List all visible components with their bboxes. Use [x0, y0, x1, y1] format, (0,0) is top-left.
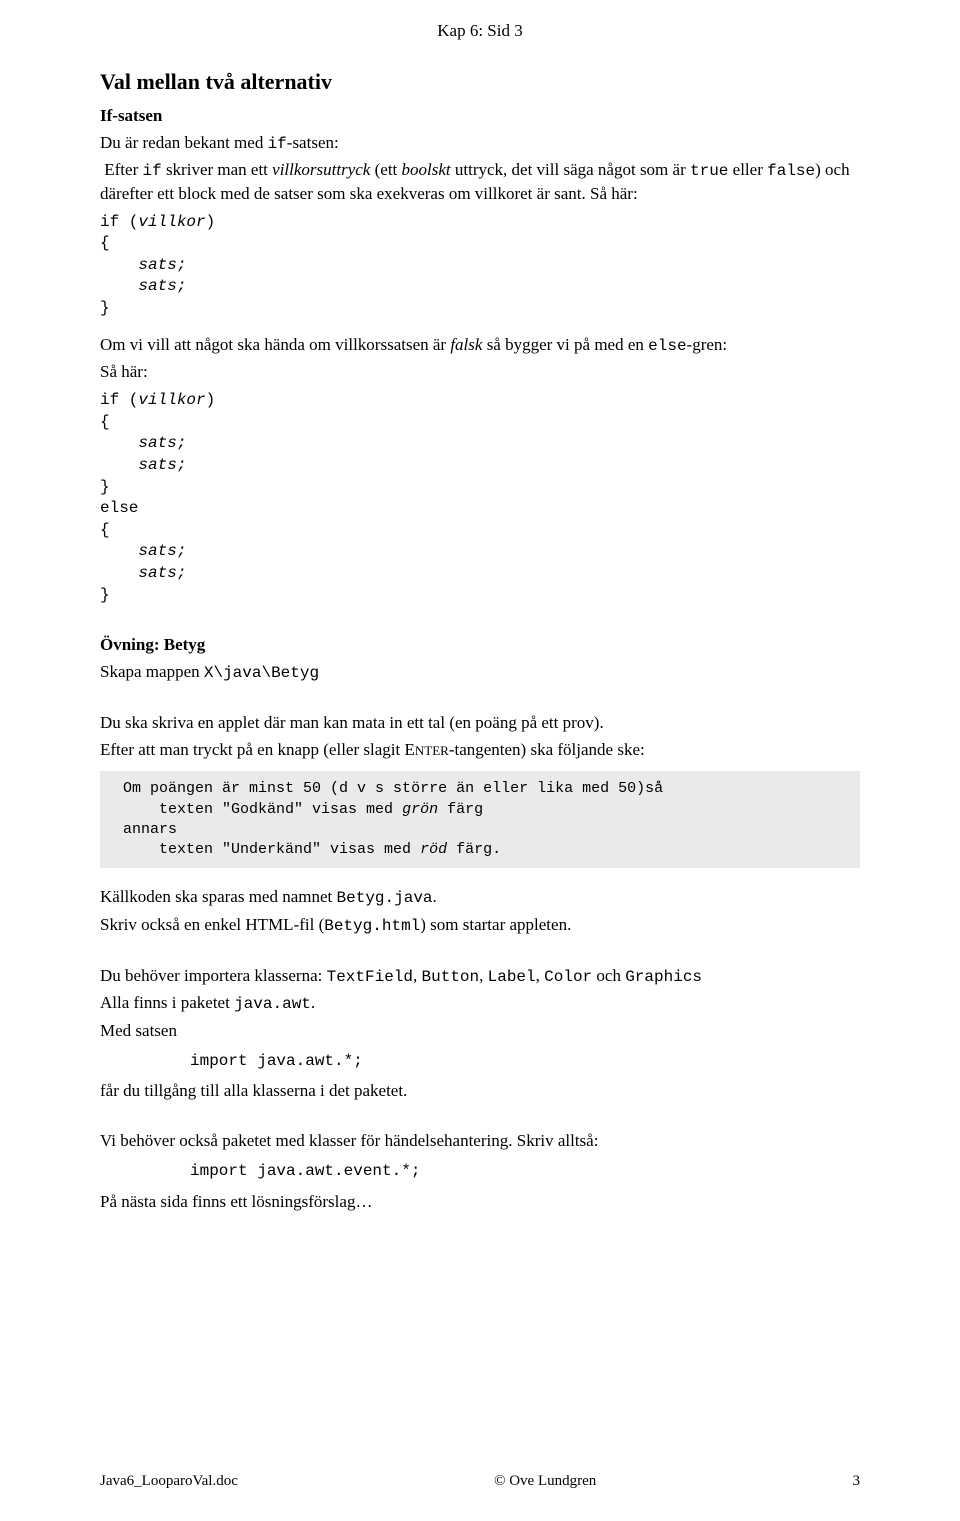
text: och	[592, 966, 625, 985]
footer-center: © Ove Lundgren	[494, 1471, 596, 1491]
code-if: if	[268, 135, 287, 153]
text: -satsen:	[287, 133, 339, 152]
main-title: Val mellan två alternativ	[100, 67, 860, 97]
text: Du är redan bekant med	[100, 133, 268, 152]
code-placeholder: sats;	[138, 434, 186, 452]
between-text: Om vi vill att något ska hända om villko…	[100, 334, 860, 358]
html-file-line: Skriv också en enkel HTML-fil (Betyg.htm…	[100, 914, 860, 938]
text: -tangenten) ska följande ske:	[449, 740, 645, 759]
pseudocode-callout: Om poängen är minst 50 (d v s större än …	[100, 771, 860, 868]
import-statement-1: import java.awt.*;	[190, 1051, 860, 1073]
color-word: grön	[402, 801, 438, 818]
import-classes-line: Du behöver importera klasserna: TextFiel…	[100, 965, 860, 989]
text: ,	[536, 966, 545, 985]
text: eller	[728, 160, 767, 179]
class-name: TextField	[327, 968, 413, 986]
closing-line: På nästa sida finns ett lösningsförslag…	[100, 1191, 860, 1214]
term-boolskt: boolskt	[402, 160, 451, 179]
code-block-if: if (villkor) { sats; sats; }	[100, 212, 860, 320]
code-placeholder: villkor	[138, 213, 205, 231]
package-name: java.awt	[234, 995, 311, 1013]
code-true: true	[690, 162, 728, 180]
code-false: false	[767, 162, 815, 180]
text: Skapa mappen	[100, 662, 204, 681]
text: Efter att man tryckt på en knapp (eller …	[100, 740, 415, 759]
text: .	[433, 887, 437, 906]
code-placeholder: villkor	[138, 391, 205, 409]
between-text-2: Så här:	[100, 361, 860, 384]
text: -gren:	[687, 335, 728, 354]
text: Skriv också en enkel HTML-fil (	[100, 915, 324, 934]
text: uttryck, det vill säga något som är	[451, 160, 690, 179]
text: skriver man ett	[162, 160, 272, 179]
smallcap-enter: NTER	[415, 743, 449, 758]
code-placeholder: sats;	[138, 256, 186, 274]
after-import: får du tillgång till alla klasserna i de…	[100, 1080, 860, 1103]
exercise-line1: Skapa mappen X\java\Betyg	[100, 661, 860, 685]
code-placeholder: sats;	[138, 277, 186, 295]
import-statement-2: import java.awt.event.*;	[190, 1161, 860, 1183]
exercise-line3: Efter att man tryckt på en knapp (eller …	[100, 739, 860, 762]
code-placeholder: sats;	[138, 542, 186, 560]
filename: Betyg.html	[324, 917, 420, 935]
subtitle-if: If-satsen	[100, 105, 860, 128]
text: Om vi vill att något ska hända om villko…	[100, 335, 450, 354]
path: X\java\Betyg	[204, 664, 319, 682]
exercise-line2: Du ska skriva en applet där man kan mata…	[100, 712, 860, 735]
text: Efter	[100, 160, 142, 179]
code-placeholder: sats;	[138, 456, 186, 474]
intro-line1: Du är redan bekant med if-satsen:	[100, 132, 860, 156]
text: (ett	[370, 160, 401, 179]
text: Du behöver importera klasserna:	[100, 966, 327, 985]
page-header: Kap 6: Sid 3	[100, 20, 860, 43]
text: ,	[479, 966, 488, 985]
footer-right: 3	[852, 1471, 860, 1491]
code-kw: if	[100, 213, 119, 231]
code-placeholder: sats;	[138, 564, 186, 582]
term-falsk: falsk	[450, 335, 482, 354]
text: så bygger vi på med en	[482, 335, 648, 354]
color-word: röd	[420, 841, 447, 858]
text: ) som startar appleten.	[420, 915, 571, 934]
filename: Betyg.java	[337, 889, 433, 907]
text: Alla finns i paketet	[100, 993, 234, 1012]
text: ,	[413, 966, 422, 985]
code-block-if-else: if (villkor) { sats; sats; } else { sats…	[100, 390, 860, 606]
code-if: if	[142, 162, 161, 180]
event-line: Vi behöver också paketet med klasser för…	[100, 1130, 860, 1153]
code-kw: if	[100, 391, 119, 409]
code-else: else	[648, 337, 686, 355]
text: Källkoden ska sparas med namnet	[100, 887, 337, 906]
package-line: Alla finns i paketet java.awt.	[100, 992, 860, 1016]
term-villkorsuttryck: villkorsuttryck	[272, 160, 370, 179]
med-satsen: Med satsen	[100, 1020, 860, 1043]
class-name: Color	[544, 968, 592, 986]
text: .	[311, 993, 315, 1012]
class-name: Graphics	[625, 968, 702, 986]
page-footer: Java6_LooparoVal.doc © Ove Lundgren 3	[100, 1471, 860, 1491]
class-name: Button	[422, 968, 480, 986]
class-name: Label	[488, 968, 536, 986]
intro-line2: Efter if skriver man ett villkorsuttryck…	[100, 159, 860, 206]
footer-left: Java6_LooparoVal.doc	[100, 1471, 238, 1491]
save-line: Källkoden ska sparas med namnet Betyg.ja…	[100, 886, 860, 910]
exercise-title: Övning: Betyg	[100, 634, 860, 657]
